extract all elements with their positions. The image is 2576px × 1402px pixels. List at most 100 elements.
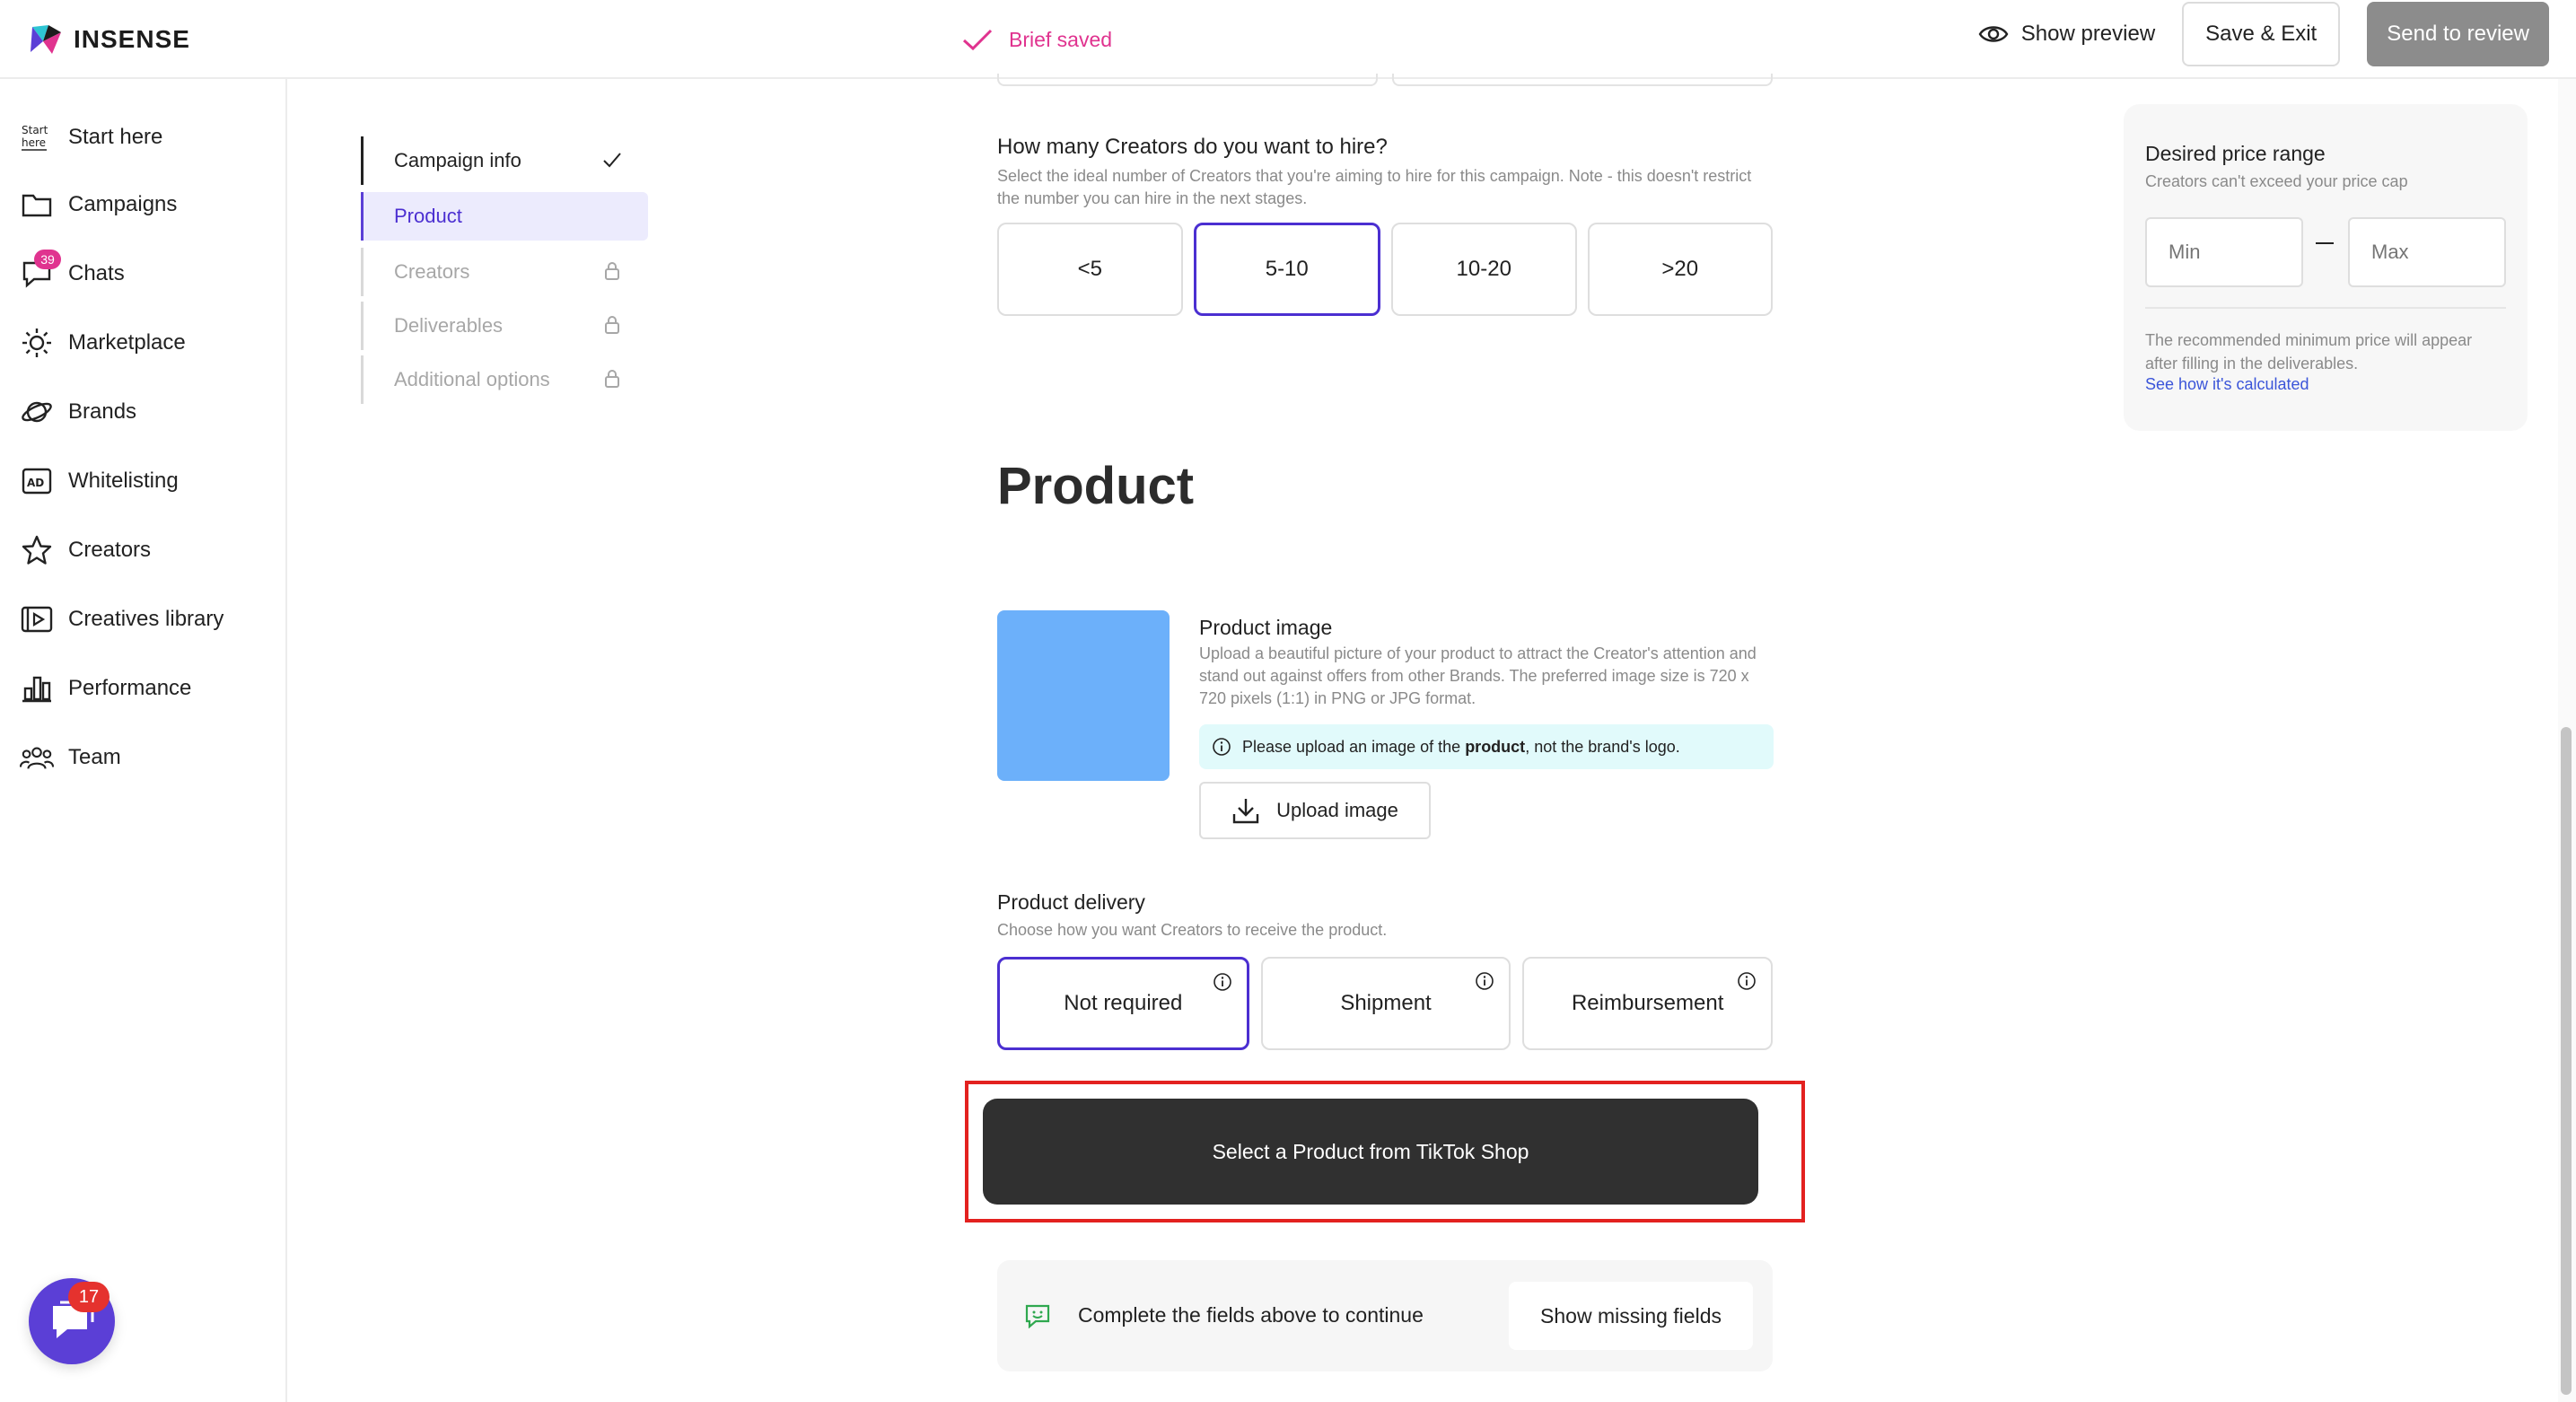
download-icon (1232, 799, 1259, 824)
hire-options: <5 5-10 10-20 >20 (997, 223, 1773, 316)
top-bar: INSENSE Brief saved Show preview Save & … (0, 0, 2576, 79)
previous-fields-edge (997, 74, 1773, 86)
sidebar: Start here Start here Campaigns 39 Chats (0, 79, 287, 1402)
price-range-subtitle: Creators can't exceed your price cap (2145, 172, 2408, 190)
delivery-title: Product delivery (997, 890, 1145, 914)
hire-question: How many Creators do you want to hire? (997, 135, 1388, 159)
show-preview-button[interactable]: Show preview (1978, 22, 2155, 47)
product-image-placeholder[interactable] (997, 610, 1170, 781)
delivery-option-not-required[interactable]: Not required (997, 957, 1249, 1050)
header-actions: Show preview Save & Exit Send to review (1978, 0, 2549, 68)
show-preview-label: Show preview (2020, 22, 2156, 46)
upload-image-button[interactable]: Upload image (1199, 782, 1431, 839)
sidebar-item-creatives-library[interactable]: Creatives library (20, 597, 223, 642)
product-section-title: Product (997, 457, 1195, 515)
previous-field-card (997, 74, 1378, 86)
info-icon (1213, 738, 1231, 756)
chat-icon: 39 (20, 250, 61, 291)
product-image-description: Upload a beautiful picture of your produ… (1199, 644, 1757, 707)
svg-text:here: here (22, 136, 46, 149)
sidebar-item-brands[interactable]: Brands (20, 390, 136, 434)
sidebar-item-whitelisting[interactable]: AD Whitelisting (20, 459, 179, 504)
sidebar-item-team[interactable]: Team (20, 735, 121, 780)
delivery-option-label: Not required (1064, 991, 1183, 1015)
check-icon (603, 153, 621, 168)
step-creators[interactable]: Creators (361, 248, 648, 296)
svg-text:Start: Start (22, 124, 48, 136)
see-calculation-link[interactable]: See how it's calculated (2145, 375, 2309, 394)
delivery-description: Choose how you want Creators to receive … (997, 921, 1388, 939)
hire-option-under-5[interactable]: <5 (997, 223, 1183, 316)
send-to-review-button[interactable]: Send to review (2367, 2, 2549, 66)
bar-chart-icon (20, 671, 54, 705)
step-label: Additional options (394, 368, 550, 390)
product-image-note: Please upload an image of the product, n… (1199, 724, 1774, 769)
sidebar-item-label: Performance (68, 676, 192, 700)
price-range-title: Desired price range (2145, 142, 2326, 165)
sidebar-item-start-here[interactable]: Start here Start here (20, 115, 162, 160)
step-deliverables[interactable]: Deliverables (361, 302, 648, 350)
price-range-card: Desired price range Creators can't excee… (2124, 104, 2528, 431)
save-exit-button[interactable]: Save & Exit (2182, 2, 2341, 66)
step-label: Product (394, 205, 462, 227)
step-label: Creators (394, 260, 470, 283)
price-note: The recommended minimum price will appea… (2145, 331, 2473, 372)
select-tiktok-product-button[interactable]: Select a Product from TikTok Shop (983, 1099, 1758, 1205)
sidebar-item-label: Creators (68, 538, 152, 562)
note-text-start: Please upload an image of the (1242, 737, 1466, 756)
hire-option-10-20[interactable]: 10-20 (1391, 223, 1577, 316)
hire-description: Select the ideal number of Creators that… (997, 167, 1752, 207)
min-price-input[interactable] (2145, 217, 2303, 287)
folder-icon (20, 188, 54, 222)
product-image-label: Product image (1199, 616, 1333, 639)
ad-icon: AD (20, 464, 54, 498)
sidebar-item-performance[interactable]: Performance (20, 666, 191, 711)
product-note-text: Please upload an image of the product, n… (1242, 738, 1680, 757)
step-label: Campaign info (394, 149, 521, 171)
svg-text:AD: AD (27, 477, 44, 489)
sidebar-item-label: Whitelisting (68, 469, 179, 493)
step-additional-options[interactable]: Additional options (361, 355, 648, 404)
start-here-icon: Start here (20, 120, 54, 154)
highlight-box: Select a Product from TikTok Shop (965, 1081, 1805, 1222)
lock-icon (605, 316, 619, 334)
previous-field-card (1392, 74, 1773, 86)
step-product[interactable]: Product (361, 192, 648, 241)
max-price-input[interactable] (2348, 217, 2506, 287)
delivery-option-shipment[interactable]: Shipment (1260, 957, 1511, 1050)
star-icon (20, 533, 54, 567)
scrollbar-thumb[interactable] (2561, 727, 2572, 1395)
sidebar-item-marketplace[interactable]: Marketplace (20, 320, 186, 365)
note-text-bold: product (1465, 737, 1526, 756)
sidebar-item-creators[interactable]: Creators (20, 528, 151, 573)
info-icon[interactable] (1213, 972, 1232, 992)
sidebar-item-chats[interactable]: 39 Chats (20, 250, 125, 296)
sidebar-item-label: Chats (68, 261, 125, 285)
insense-logo-icon (31, 25, 61, 54)
hire-option-5-10[interactable]: 5-10 (1193, 223, 1380, 316)
smile-message-icon (1025, 1304, 1050, 1328)
completion-text: Complete the fields above to continue (1078, 1303, 1424, 1327)
chats-badge: 39 (34, 250, 61, 269)
video-library-icon (20, 602, 54, 636)
sidebar-item-label: Start here (68, 125, 163, 149)
range-separator (2316, 242, 2334, 244)
planet-icon (20, 395, 54, 429)
step-campaign-info[interactable]: Campaign info (361, 136, 648, 185)
brief-steps: Campaign info Product Creators Deliverab… (361, 136, 648, 404)
sidebar-item-label: Team (68, 745, 121, 769)
logo[interactable]: INSENSE (29, 16, 190, 63)
logo-text: INSENSE (74, 25, 190, 53)
delivery-option-reimbursement[interactable]: Reimbursement (1522, 957, 1774, 1050)
step-label: Deliverables (394, 314, 504, 337)
lock-icon (605, 262, 619, 280)
sidebar-item-label: Creatives library (68, 607, 224, 631)
info-icon[interactable] (1475, 971, 1494, 991)
info-icon[interactable] (1737, 971, 1757, 991)
eye-icon (1978, 26, 2009, 42)
divider (2145, 307, 2506, 309)
sidebar-item-campaigns[interactable]: Campaigns (20, 182, 177, 227)
hire-option-over-20[interactable]: >20 (1587, 223, 1773, 316)
chat-launcher-badge: 17 (68, 1282, 110, 1312)
show-missing-fields-button[interactable]: Show missing fields (1509, 1282, 1753, 1350)
